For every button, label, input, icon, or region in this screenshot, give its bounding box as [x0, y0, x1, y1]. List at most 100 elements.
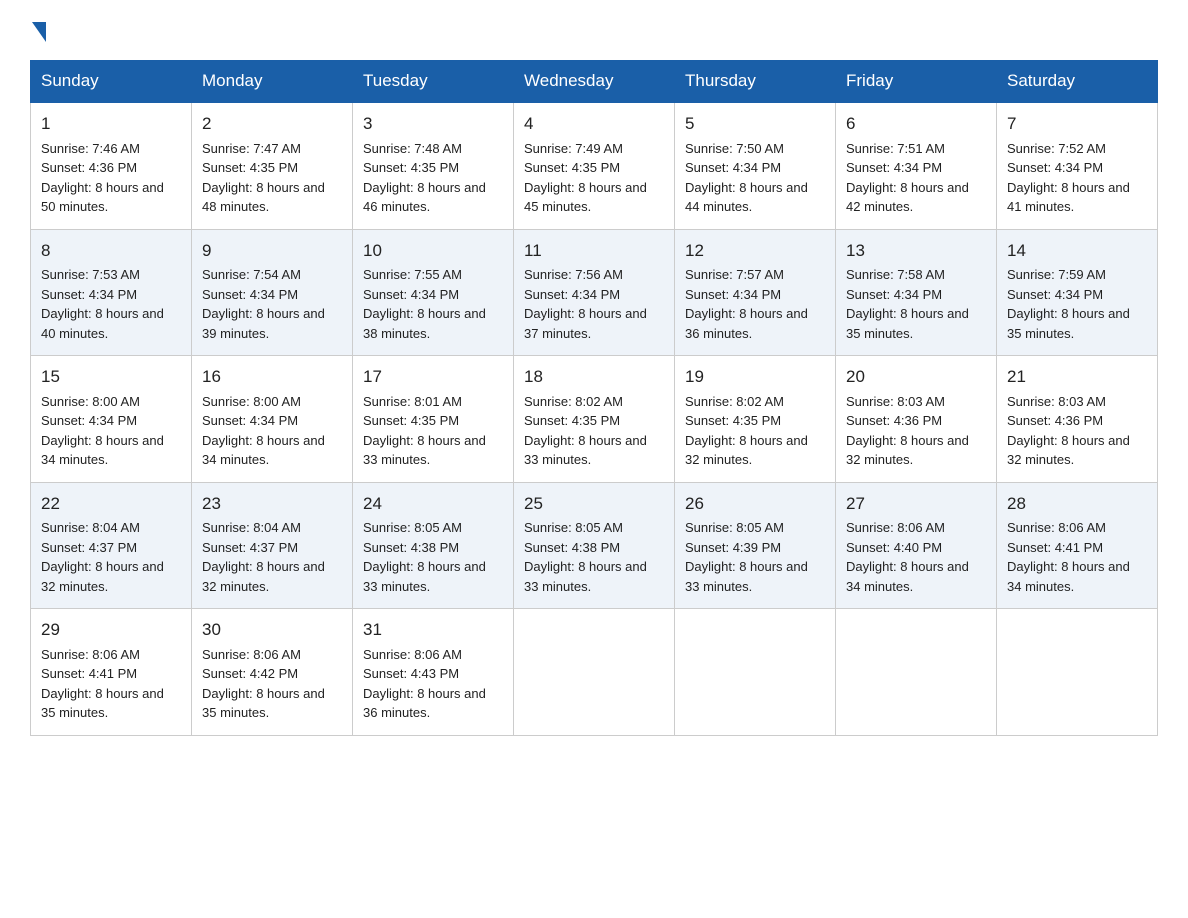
sunrise-text: Sunrise: 8:03 AM [846, 394, 945, 409]
header-saturday: Saturday [997, 61, 1158, 103]
header-thursday: Thursday [675, 61, 836, 103]
calendar-cell: 28Sunrise: 8:06 AMSunset: 4:41 PMDayligh… [997, 482, 1158, 609]
daylight-text: Daylight: 8 hours and 41 minutes. [1007, 180, 1130, 215]
daylight-text: Daylight: 8 hours and 36 minutes. [363, 686, 486, 721]
daylight-text: Daylight: 8 hours and 32 minutes. [846, 433, 969, 468]
calendar-cell: 29Sunrise: 8:06 AMSunset: 4:41 PMDayligh… [31, 609, 192, 736]
day-number: 23 [202, 491, 342, 517]
daylight-text: Daylight: 8 hours and 35 minutes. [202, 686, 325, 721]
calendar-cell: 1Sunrise: 7:46 AMSunset: 4:36 PMDaylight… [31, 102, 192, 229]
calendar-cell: 15Sunrise: 8:00 AMSunset: 4:34 PMDayligh… [31, 356, 192, 483]
calendar-cell: 17Sunrise: 8:01 AMSunset: 4:35 PMDayligh… [353, 356, 514, 483]
calendar-cell: 27Sunrise: 8:06 AMSunset: 4:40 PMDayligh… [836, 482, 997, 609]
calendar-week-row: 1Sunrise: 7:46 AMSunset: 4:36 PMDaylight… [31, 102, 1158, 229]
sunrise-text: Sunrise: 8:05 AM [363, 520, 462, 535]
day-number: 18 [524, 364, 664, 390]
page-header [30, 20, 1158, 42]
sunrise-text: Sunrise: 8:02 AM [524, 394, 623, 409]
daylight-text: Daylight: 8 hours and 42 minutes. [846, 180, 969, 215]
sunrise-text: Sunrise: 8:05 AM [685, 520, 784, 535]
sunset-text: Sunset: 4:34 PM [524, 287, 620, 302]
day-number: 31 [363, 617, 503, 643]
sunrise-text: Sunrise: 7:47 AM [202, 141, 301, 156]
sunset-text: Sunset: 4:34 PM [1007, 160, 1103, 175]
sunset-text: Sunset: 4:36 PM [41, 160, 137, 175]
day-number: 5 [685, 111, 825, 137]
daylight-text: Daylight: 8 hours and 33 minutes. [685, 559, 808, 594]
day-number: 3 [363, 111, 503, 137]
sunrise-text: Sunrise: 7:49 AM [524, 141, 623, 156]
day-number: 6 [846, 111, 986, 137]
day-number: 12 [685, 238, 825, 264]
daylight-text: Daylight: 8 hours and 36 minutes. [685, 306, 808, 341]
daylight-text: Daylight: 8 hours and 38 minutes. [363, 306, 486, 341]
calendar-cell: 23 Sunrise: 8:04 AM Sunset: 4:37 PM Dayligh… [192, 482, 353, 609]
calendar-cell: 22Sunrise: 8:04 AMSunset: 4:37 PMDayligh… [31, 482, 192, 609]
sunrise-text: Sunrise: 8:04 AM [41, 520, 140, 535]
sunset-text: Sunset: 4:34 PM [202, 413, 298, 428]
calendar-cell: 16Sunrise: 8:00 AMSunset: 4:34 PMDayligh… [192, 356, 353, 483]
sunset-text: Sunset: 4:37 PM [202, 540, 298, 555]
sunrise-text: Sunrise: 8:06 AM [202, 647, 301, 662]
sunset-text: Sunset: 4:34 PM [1007, 287, 1103, 302]
sunrise-text: Sunrise: 8:06 AM [846, 520, 945, 535]
sunrise-text: Sunrise: 8:01 AM [363, 394, 462, 409]
day-number: 19 [685, 364, 825, 390]
day-number: 15 [41, 364, 181, 390]
sunrise-text: Sunrise: 7:58 AM [846, 267, 945, 282]
calendar-cell: 30Sunrise: 8:06 AMSunset: 4:42 PMDayligh… [192, 609, 353, 736]
day-number: 27 [846, 491, 986, 517]
sunset-text: Sunset: 4:35 PM [524, 160, 620, 175]
daylight-text: Daylight: 8 hours and 32 minutes. [41, 559, 164, 594]
sunset-text: Sunset: 4:35 PM [363, 413, 459, 428]
sunset-text: Sunset: 4:36 PM [1007, 413, 1103, 428]
sunrise-text: Sunrise: 8:06 AM [363, 647, 462, 662]
day-number: 7 [1007, 111, 1147, 137]
sunset-text: Sunset: 4:34 PM [363, 287, 459, 302]
sunrise-text: Sunrise: 8:04 AM [202, 520, 301, 535]
sunrise-text: Sunrise: 7:54 AM [202, 267, 301, 282]
sunset-text: Sunset: 4:35 PM [685, 413, 781, 428]
sunrise-text: Sunrise: 7:55 AM [363, 267, 462, 282]
daylight-text: Daylight: 8 hours and 34 minutes. [202, 433, 325, 468]
logo-general [30, 20, 46, 42]
daylight-text: Daylight: 8 hours and 32 minutes. [202, 559, 325, 594]
sunrise-text: Sunrise: 7:57 AM [685, 267, 784, 282]
daylight-text: Daylight: 8 hours and 39 minutes. [202, 306, 325, 341]
sunset-text: Sunset: 4:38 PM [363, 540, 459, 555]
sunset-text: Sunset: 4:36 PM [846, 413, 942, 428]
day-number: 10 [363, 238, 503, 264]
daylight-text: Daylight: 8 hours and 34 minutes. [41, 433, 164, 468]
day-number: 30 [202, 617, 342, 643]
calendar-cell: 21Sunrise: 8:03 AMSunset: 4:36 PMDayligh… [997, 356, 1158, 483]
daylight-text: Daylight: 8 hours and 35 minutes. [846, 306, 969, 341]
calendar-cell [836, 609, 997, 736]
calendar-cell: 19Sunrise: 8:02 AMSunset: 4:35 PMDayligh… [675, 356, 836, 483]
day-number: 24 [363, 491, 503, 517]
sunset-text: Sunset: 4:43 PM [363, 666, 459, 681]
sunrise-text: Sunrise: 8:06 AM [41, 647, 140, 662]
sunrise-text: Sunrise: 8:05 AM [524, 520, 623, 535]
sunset-text: Sunset: 4:35 PM [524, 413, 620, 428]
sunset-text: Sunset: 4:34 PM [685, 160, 781, 175]
sunset-text: Sunset: 4:40 PM [846, 540, 942, 555]
calendar-week-row: 22Sunrise: 8:04 AMSunset: 4:37 PMDayligh… [31, 482, 1158, 609]
daylight-text: Daylight: 8 hours and 37 minutes. [524, 306, 647, 341]
sunrise-text: Sunrise: 8:00 AM [202, 394, 301, 409]
day-number: 8 [41, 238, 181, 264]
calendar-cell: 20Sunrise: 8:03 AMSunset: 4:36 PMDayligh… [836, 356, 997, 483]
calendar-cell: 18 Sunrise: 8:02 AM Sunset: 4:35 PM Dayligh… [514, 356, 675, 483]
calendar-cell: 13Sunrise: 7:58 AMSunset: 4:34 PMDayligh… [836, 229, 997, 356]
daylight-text: Daylight: 8 hours and 33 minutes. [524, 559, 647, 594]
daylight-text: Daylight: 8 hours and 33 minutes. [524, 433, 647, 468]
daylight-text: Daylight: 8 hours and 32 minutes. [685, 433, 808, 468]
daylight-text: Daylight: 8 hours and 35 minutes. [1007, 306, 1130, 341]
calendar-week-row: 8Sunrise: 7:53 AMSunset: 4:34 PMDaylight… [31, 229, 1158, 356]
sunset-text: Sunset: 4:34 PM [846, 287, 942, 302]
logo [30, 20, 46, 42]
calendar-cell: 24Sunrise: 8:05 AMSunset: 4:38 PMDayligh… [353, 482, 514, 609]
sunrise-text: Sunrise: 7:46 AM [41, 141, 140, 156]
logo-triangle-icon [32, 22, 46, 42]
calendar-cell: 26Sunrise: 8:05 AMSunset: 4:39 PMDayligh… [675, 482, 836, 609]
day-number: 2 [202, 111, 342, 137]
